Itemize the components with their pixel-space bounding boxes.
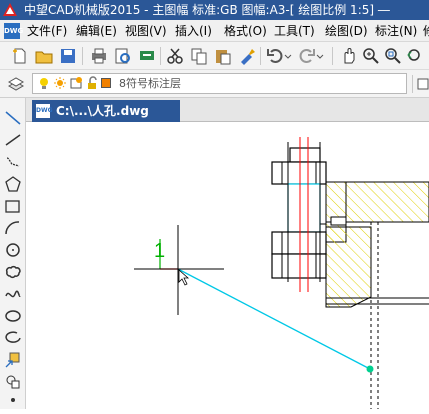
dwg-file-icon: DWG	[36, 104, 53, 118]
layer-dropdown[interactable]: 8符号标注层	[32, 73, 407, 94]
ucs-icon: 1	[154, 239, 178, 270]
ray-tool-icon[interactable]	[3, 130, 23, 150]
menu-file[interactable]: 文件(F)	[26, 20, 68, 41]
save-icon[interactable]	[58, 46, 78, 66]
zwcad-logo-icon	[3, 3, 17, 16]
menu-draw[interactable]: 绘图(D)	[324, 20, 369, 41]
snap-point-marker	[366, 365, 374, 373]
bolt-assembly	[271, 137, 327, 292]
spline-tool-icon[interactable]	[3, 284, 23, 304]
polygon-tool-icon[interactable]	[3, 174, 23, 194]
undo-icon[interactable]	[265, 46, 285, 66]
menu-format[interactable]: 格式(O)	[223, 20, 268, 41]
ellipse-tool-icon[interactable]	[3, 306, 23, 326]
current-layer-name: 8符号标注层	[119, 77, 181, 90]
window-title: 中望CAD机械版2015 - 主图幅 标准:GB 图幅:A3-[ 绘图比例 1:…	[24, 3, 390, 17]
layer-dropdown-arrow-icon[interactable]	[417, 74, 429, 94]
insert-block-tool-icon[interactable]	[3, 350, 23, 370]
polyline-tool-icon[interactable]	[3, 152, 23, 172]
hidden-lines	[370, 221, 429, 409]
layer-color-swatch-icon[interactable]	[101, 78, 111, 88]
layer-thaw-sun-icon[interactable]	[53, 76, 67, 90]
paste-icon[interactable]	[213, 46, 233, 66]
layer-manager-icon[interactable]	[6, 74, 26, 94]
drawing-canvas[interactable]: 1	[26, 122, 429, 409]
redo-icon[interactable]	[297, 46, 317, 66]
layer-unlocked-icon[interactable]	[85, 76, 99, 90]
menu-bar: DWG 文件(F) 编辑(E) 视图(V) 插入(I) 格式(O) 工具(T) …	[0, 20, 429, 42]
crosshair-cursor	[134, 225, 224, 315]
new-file-icon[interactable]	[10, 46, 30, 66]
layer-toolbar: 8符号标注层	[0, 70, 429, 98]
print-icon[interactable]	[89, 46, 109, 66]
pan-hand-icon[interactable]	[339, 46, 359, 66]
menu-tools[interactable]: 工具(T)	[273, 20, 316, 41]
document-tab-bar: DWG C:\...\人孔.dwg	[26, 98, 429, 122]
app-menu-icon[interactable]: DWG	[4, 23, 23, 39]
layer-on-bulb-icon[interactable]	[37, 76, 51, 90]
document-tab[interactable]: DWG C:\...\人孔.dwg	[32, 100, 180, 122]
print-preview-icon[interactable]	[113, 46, 133, 66]
menu-edit[interactable]: 编辑(E)	[75, 20, 118, 41]
arc-tool-icon[interactable]	[3, 218, 23, 238]
menu-insert[interactable]: 插入(I)	[174, 20, 213, 41]
zoom-realtime-icon[interactable]	[361, 46, 381, 66]
revision-cloud-tool-icon[interactable]	[3, 262, 23, 282]
menu-dimension[interactable]: 标注(N)	[374, 20, 418, 41]
cut-icon[interactable]	[165, 46, 185, 66]
ucs-y-label: 1	[154, 240, 165, 262]
line-tool-icon[interactable]	[3, 108, 23, 128]
menu-modify[interactable]: 修	[422, 20, 429, 41]
zoom-window-icon[interactable]	[383, 46, 403, 66]
copy-icon[interactable]	[189, 46, 209, 66]
rectangle-tool-icon[interactable]	[3, 196, 23, 216]
match-properties-icon[interactable]	[237, 46, 257, 66]
draw-toolbar	[0, 98, 26, 409]
standard-toolbar	[0, 42, 429, 70]
make-block-tool-icon[interactable]	[3, 372, 23, 392]
ellipse-arc-tool-icon[interactable]	[3, 328, 23, 348]
open-file-icon[interactable]	[34, 46, 54, 66]
point-tool-icon[interactable]	[3, 394, 23, 414]
publish-icon[interactable]	[137, 46, 157, 66]
title-bar: 中望CAD机械版2015 - 主图幅 标准:GB 图幅:A3-[ 绘图比例 1:…	[0, 0, 429, 20]
redo-dropdown-icon[interactable]	[315, 46, 325, 66]
zoom-previous-icon[interactable]	[405, 46, 425, 66]
undo-dropdown-icon[interactable]	[283, 46, 293, 66]
circle-tool-icon[interactable]	[3, 240, 23, 260]
drawing-svg[interactable]: 1	[26, 122, 429, 409]
menu-view[interactable]: 视图(V)	[124, 20, 168, 41]
layer-viewport-freeze-icon[interactable]	[69, 76, 83, 90]
document-tab-label: C:\...\人孔.dwg	[56, 104, 149, 118]
